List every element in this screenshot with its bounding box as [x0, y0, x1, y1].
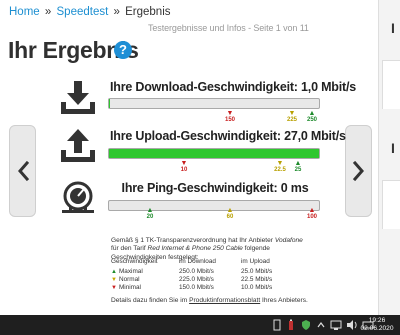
download-speed-bar-fill: [109, 99, 111, 108]
upload-marker-minimal: ▼ 10: [180, 160, 188, 173]
chevron-left-icon: [17, 161, 29, 181]
clock-date: 02.06.2020: [360, 325, 394, 332]
ping-marker-normal: ▲ 60: [226, 207, 234, 220]
page-subtitle: Testergebnisse und Infos - Seite 1 von 1…: [148, 23, 309, 33]
shield-icon[interactable]: [300, 319, 312, 331]
provider-name: Vodafone: [274, 237, 303, 244]
download-marker-maximal: ▲ 250: [306, 110, 317, 123]
breadcrumb-separator: »: [44, 6, 52, 18]
breadcrumb-home-link[interactable]: Home: [9, 6, 40, 18]
usb-icon[interactable]: [272, 319, 282, 331]
upload-speed-label: Ihre Upload-Geschwindigkeit: 27,0 Mbit/s: [110, 129, 346, 143]
download-marker-normal: ▼ 225: [286, 110, 297, 123]
download-marker-minimal: ▼ 150: [224, 110, 235, 123]
chevron-right-icon: [352, 161, 364, 181]
upload-marker-normal: ▼ 22.5: [274, 160, 286, 173]
ping-speed-label: Ihre Ping-Geschwindigkeit: 0 ms: [121, 181, 309, 195]
next-button[interactable]: [345, 125, 372, 217]
ping-gauge-icon: [62, 181, 94, 213]
previous-button[interactable]: [9, 125, 36, 217]
taskbar-clock[interactable]: 19:26 02.06.2020: [356, 317, 398, 333]
help-icon[interactable]: ?: [114, 41, 132, 59]
tariff-name: Red Internet & Phone 250 Cable: [147, 245, 243, 253]
ping-marker-good: ▲ 20: [146, 207, 154, 220]
upload-marker-maximal: ▲ 25: [294, 160, 302, 173]
download-speed-bar: [108, 98, 320, 109]
taskbar: 19:26 02.06.2020: [0, 315, 400, 335]
battery-icon[interactable]: [286, 319, 296, 331]
network-icon[interactable]: [330, 319, 342, 331]
details-footnote: Details dazu finden Sie im Produktinform…: [111, 297, 308, 304]
breadcrumb-speedtest-link[interactable]: Speedtest: [57, 6, 109, 18]
right-sidebar: I I: [378, 0, 400, 315]
speedtest-page: Home » Speedtest » Ergebnis Testergebnis…: [0, 0, 378, 315]
upload-icon: [61, 129, 95, 162]
product-info-link[interactable]: Produktinformationsblatt: [189, 297, 260, 304]
download-speed-label: Ihre Download-Geschwindigkeit: 1,0 Mbit/…: [110, 80, 356, 94]
sidebar-panel: [382, 60, 400, 109]
breadcrumb: Home » Speedtest » Ergebnis: [9, 6, 171, 18]
sidebar-heading: I: [391, 20, 395, 36]
chevron-up-icon[interactable]: [316, 319, 326, 331]
sidebar-panel: [382, 180, 400, 229]
breadcrumb-current: Ergebnis: [125, 6, 171, 18]
upload-speed-bar-fill: [109, 149, 319, 158]
ping-marker-bad: ▲ 100: [306, 207, 317, 220]
download-icon: [61, 81, 95, 114]
sidebar-heading: I: [391, 140, 395, 156]
clock-time: 19:26: [368, 317, 386, 324]
upload-speed-bar: [108, 148, 320, 159]
breadcrumb-separator: »: [113, 6, 120, 18]
